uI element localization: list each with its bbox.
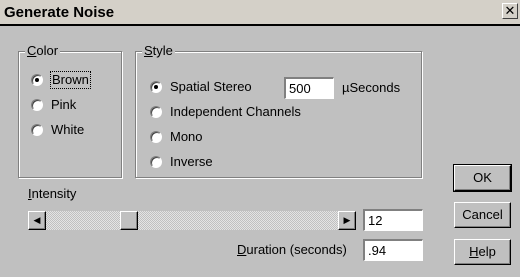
intensity-label-rest: ntensity [31, 186, 77, 201]
radio-brown-button[interactable] [31, 74, 43, 86]
radio-mono-label: Mono [170, 129, 203, 144]
color-group-label-rest: olor [36, 43, 59, 58]
radio-inverse-label: Inverse [170, 154, 213, 169]
intensity-slider[interactable]: ◀ ▶ [28, 211, 356, 230]
delay-input[interactable] [284, 77, 334, 99]
style-group-label: Style [142, 43, 175, 59]
cancel-button[interactable]: Cancel [454, 202, 511, 228]
radio-brown[interactable]: Brown [31, 71, 91, 89]
intensity-input-field[interactable] [368, 211, 422, 230]
radio-independent-channels[interactable]: Independent Channels [150, 103, 301, 121]
radio-brown-label: Brown [50, 71, 91, 89]
radio-independent-channels-button[interactable] [150, 106, 162, 118]
help-button-label-rest: elp [478, 244, 496, 259]
color-group: Color Brown Pink White [18, 43, 122, 178]
radio-white[interactable]: White [31, 121, 84, 139]
help-button[interactable]: Help [454, 239, 511, 265]
delay-unit-label: µSeconds [342, 80, 401, 95]
radio-white-button[interactable] [31, 124, 43, 136]
scroll-left-icon[interactable]: ◀ [28, 211, 46, 230]
radio-mono[interactable]: Mono [150, 128, 203, 146]
radio-inverse-button[interactable] [150, 156, 162, 168]
ok-button[interactable]: OK [453, 164, 512, 192]
duration-label: Duration (seconds) [237, 242, 347, 257]
radio-pink-button[interactable] [31, 99, 43, 111]
radio-pink-label: Pink [51, 97, 77, 112]
title-bar[interactable]: Generate Noise ✕ [0, 0, 520, 26]
intensity-slider-thumb[interactable] [119, 211, 138, 230]
intensity-label: Intensity [28, 186, 77, 201]
duration-input-field[interactable] [368, 241, 422, 260]
window-title: Generate Noise [4, 4, 115, 21]
radio-spatial-stereo[interactable]: Spatial Stereo [150, 78, 252, 96]
radio-independent-channels-label: Independent Channels [170, 104, 301, 119]
color-group-label: Color [25, 43, 61, 59]
style-group: Style Spatial Stereo µSeconds Independen… [135, 43, 422, 178]
radio-white-label: White [51, 122, 85, 137]
radio-spatial-stereo-button[interactable] [150, 81, 162, 93]
radio-inverse[interactable]: Inverse [150, 153, 213, 171]
radio-mono-button[interactable] [150, 131, 162, 143]
duration-label-rest: uration (seconds) [246, 242, 347, 257]
scroll-right-icon[interactable]: ▶ [338, 211, 356, 230]
style-group-label-rest: tyle [152, 43, 173, 58]
duration-input[interactable] [363, 239, 423, 261]
intensity-input[interactable] [363, 209, 423, 231]
radio-pink[interactable]: Pink [31, 96, 76, 114]
delay-input-field[interactable] [289, 79, 333, 98]
generate-noise-dialog: Generate Noise ✕ Color Brown Pink White … [0, 0, 520, 277]
close-icon[interactable]: ✕ [502, 3, 518, 19]
radio-spatial-stereo-label: Spatial Stereo [170, 79, 252, 94]
